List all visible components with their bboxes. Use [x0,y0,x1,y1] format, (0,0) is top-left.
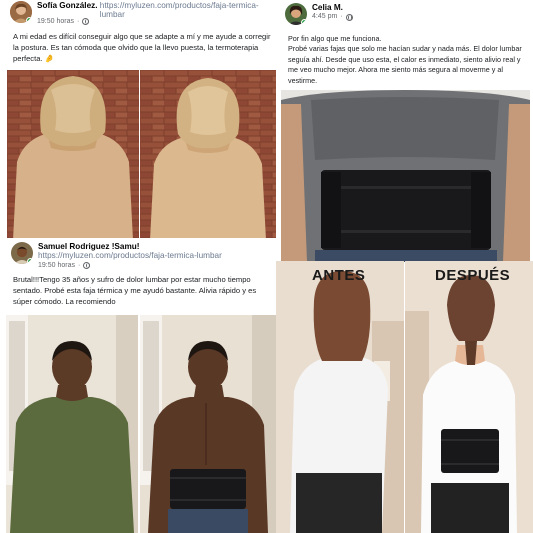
post-text: Brutal!!!Tengo 35 años y sufro de dolor … [13,275,257,306]
photo-after[interactable]: DESPUÉS [405,261,533,533]
globe-icon [345,13,353,21]
author-name[interactable]: Samuel Rodriguez !Samu! [38,242,222,251]
post-time[interactable]: 19:50 horas [37,18,74,26]
post-time[interactable]: 4:45 pm [312,13,337,21]
globe-icon [83,262,91,270]
globe-icon [82,18,90,26]
photo-man-belt[interactable] [140,315,276,533]
author-name[interactable]: Celia M. [312,3,353,12]
author-name[interactable]: Sofía González. [37,1,98,10]
online-indicator [301,19,307,25]
post-time[interactable]: 19:50 horas [38,262,75,270]
pinch-emoji: 🤌 [44,53,55,63]
photo-posture-before[interactable] [7,70,139,240]
post-text: Por fin algo que me funciona. Probé vari… [288,34,522,85]
after-label: DESPUÉS [435,267,511,284]
online-indicator [26,17,32,23]
product-link[interactable]: https://myluzen.com/productos/faja-termi… [100,1,280,20]
post-text: A mi edad es difícil conseguir algo que … [13,32,271,63]
product-link[interactable]: https://myluzen.com/productos/faja-termi… [38,251,222,260]
photo-before[interactable]: ANTES [276,261,404,533]
photo-belt-back[interactable] [281,90,530,262]
avatar-sofia[interactable] [10,1,32,23]
before-label: ANTES [312,267,366,284]
review-post-samuel: Samuel Rodriguez !Samu! https://myluzen.… [0,238,276,533]
avatar-celia[interactable] [285,3,307,25]
review-post-celia: Celia M. 4:45 pm · Por fin algo que me f… [280,0,533,262]
avatar-samuel[interactable] [11,242,33,264]
photo-man-shirt[interactable] [6,315,138,533]
photo-posture-after[interactable] [140,70,276,240]
review-post-sofia: Sofía González. https://myluzen.com/prod… [0,0,278,240]
online-indicator [27,258,33,264]
